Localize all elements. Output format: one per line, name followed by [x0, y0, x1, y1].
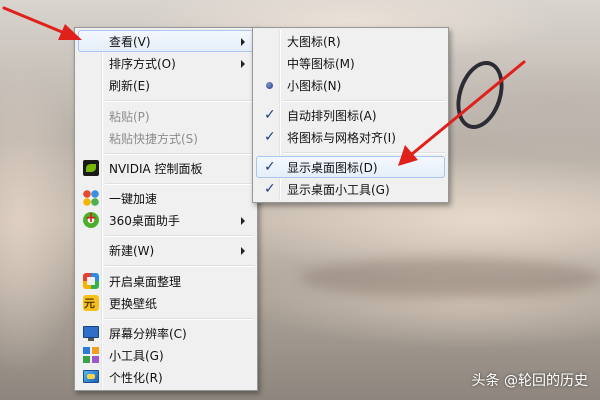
gadgets-icon: [83, 347, 99, 363]
menu-item-label: 个性化(R): [109, 370, 163, 385]
menu-item-label: 自动排列图标(A): [287, 108, 377, 123]
menu-item-label: 一键加速: [109, 191, 158, 206]
menu-item-label: 中等图标(M): [287, 56, 355, 71]
submenu-arrow-icon: [241, 60, 245, 68]
menu-item-label: 粘贴(P): [109, 109, 150, 124]
menu-item-label: 开启桌面整理: [109, 274, 182, 289]
menu-item-label: 小工具(G): [109, 348, 164, 363]
wallpaper-icon: [83, 295, 99, 311]
menu-item-personalize[interactable]: 个性化(R): [78, 366, 254, 388]
menu-item-label: NVIDIA 控制面板: [109, 161, 203, 176]
submenu-item-large-icons[interactable]: 大图标(R): [256, 30, 445, 52]
submenu-item-show-desktop-gadgets[interactable]: ✓ 显示桌面小工具(G): [256, 178, 445, 200]
menu-item-refresh[interactable]: 刷新(E): [78, 74, 254, 96]
speedup-icon: [83, 190, 99, 206]
menu-item-label: 刷新(E): [109, 78, 150, 93]
menu-separator: [105, 318, 254, 320]
menu-item-label: 粘贴快捷方式(S): [109, 131, 198, 146]
checkmark-icon: ✓: [264, 107, 276, 123]
menu-separator: [105, 183, 254, 185]
menu-item-nvidia-control-panel[interactable]: NVIDIA 控制面板: [78, 157, 254, 179]
menu-item-label: 将图标与网格对齐(I): [287, 130, 396, 145]
360-desktop-icon: [83, 210, 99, 228]
menu-separator: [283, 100, 445, 102]
menu-item-label: 显示桌面图标(D): [287, 160, 378, 175]
checkmark-icon: ✓: [264, 159, 276, 175]
submenu-item-align-to-grid[interactable]: ✓ 将图标与网格对齐(I): [256, 126, 445, 148]
menu-item-new[interactable]: 新建(W): [78, 239, 254, 261]
checkmark-icon: ✓: [264, 129, 276, 145]
submenu-item-medium-icons[interactable]: 中等图标(M): [256, 52, 445, 74]
menu-item-label: 更换壁纸: [109, 296, 158, 311]
menu-item-screen-resolution[interactable]: 屏幕分辨率(C): [78, 322, 254, 344]
watermark-text: 头条 @轮回的历史: [471, 373, 588, 389]
personalize-icon: [83, 370, 99, 383]
desktop-context-menu: 查看(V) 排序方式(O) 刷新(E) 粘贴(P) 粘贴快捷方式(S) NVID…: [74, 27, 258, 391]
checkmark-icon: ✓: [264, 181, 276, 197]
menu-item-label: 查看(V): [109, 34, 151, 49]
menu-item-paste-shortcut[interactable]: 粘贴快捷方式(S): [78, 127, 254, 149]
view-submenu: 大图标(R) 中等图标(M) 小图标(N) ✓ 自动排列图标(A) ✓ 将图标与…: [252, 27, 449, 203]
menu-separator: [105, 100, 254, 102]
menu-item-label: 大图标(R): [287, 34, 341, 49]
submenu-arrow-icon: [241, 247, 245, 255]
submenu-item-show-desktop-icons[interactable]: ✓ 显示桌面图标(D): [256, 156, 445, 178]
radio-selected-icon: [266, 82, 273, 89]
wallpaper-shadow: [300, 258, 600, 298]
submenu-arrow-icon: [241, 217, 245, 225]
menu-separator: [105, 265, 254, 267]
nvidia-icon: [83, 160, 99, 176]
menu-separator: [105, 153, 254, 155]
menu-separator: [283, 152, 445, 154]
submenu-arrow-icon: [241, 38, 245, 46]
screen-resolution-icon: [83, 326, 99, 341]
menu-item-view[interactable]: 查看(V): [78, 30, 254, 52]
menu-item-label: 显示桌面小工具(G): [287, 182, 390, 197]
menu-item-label: 360桌面助手: [109, 213, 180, 228]
menu-item-label: 小图标(N): [287, 78, 342, 93]
submenu-item-small-icons[interactable]: 小图标(N): [256, 74, 445, 96]
menu-item-sort-by[interactable]: 排序方式(O): [78, 52, 254, 74]
menu-item-label: 屏幕分辨率(C): [109, 326, 187, 341]
menu-item-label: 新建(W): [109, 243, 155, 258]
menu-item-change-wallpaper[interactable]: 更换壁纸: [78, 292, 254, 314]
menu-item-gadgets[interactable]: 小工具(G): [78, 344, 254, 366]
menu-item-label: 排序方式(O): [109, 56, 176, 71]
menu-item-desktop-organize[interactable]: 开启桌面整理: [78, 270, 254, 292]
menu-item-speedup[interactable]: 一键加速: [78, 187, 254, 209]
submenu-item-auto-arrange[interactable]: ✓ 自动排列图标(A): [256, 104, 445, 126]
desktop-organize-icon: [83, 273, 99, 289]
menu-item-paste[interactable]: 粘贴(P): [78, 105, 254, 127]
menu-separator: [105, 235, 254, 237]
menu-item-360-desktop-assistant[interactable]: 360桌面助手: [78, 209, 254, 231]
